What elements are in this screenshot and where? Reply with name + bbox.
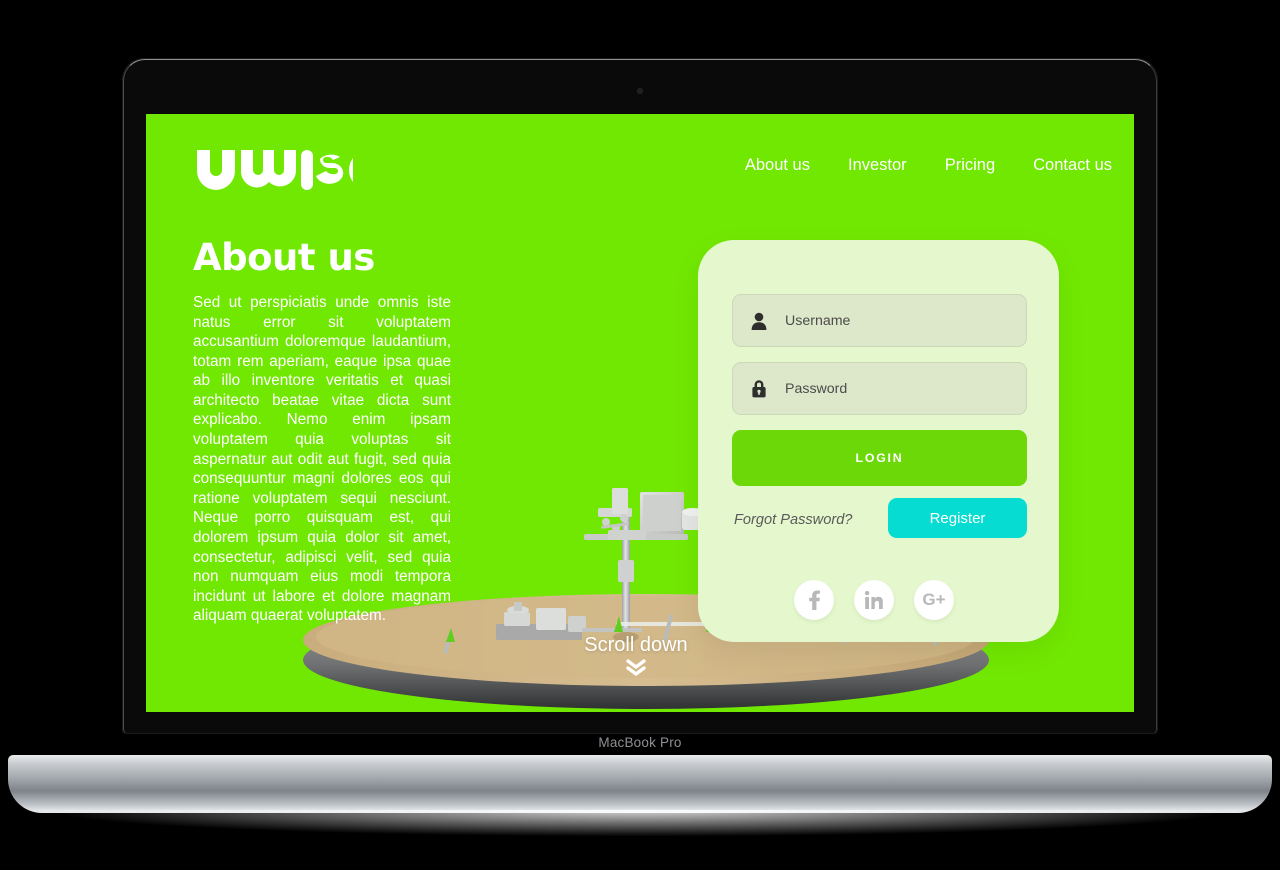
facebook-icon[interactable]	[794, 580, 834, 620]
browser-screen: About us Investor Pricing Contact us Scr…	[146, 114, 1134, 712]
site-header: About us Investor Pricing Contact us	[146, 114, 1134, 224]
device-model-label: MacBook Pro	[598, 735, 682, 750]
about-section: About us Sed ut perspiciatis unde omnis …	[193, 236, 451, 626]
laptop-base	[8, 755, 1272, 813]
brand-logo[interactable]	[193, 140, 353, 192]
user-icon	[749, 310, 769, 332]
register-button[interactable]: Register	[888, 498, 1027, 538]
main-navigation: About us Investor Pricing Contact us	[745, 156, 1112, 175]
chevron-double-down-icon	[546, 659, 726, 680]
login-button[interactable]: LOGIN	[732, 430, 1027, 486]
forgot-password-link[interactable]: Forgot Password?	[734, 512, 852, 528]
password-placeholder: Password	[785, 380, 848, 397]
googleplus-icon[interactable]: G+	[914, 580, 954, 620]
login-card: Username Password LOGIN Forgot Password?…	[698, 240, 1059, 642]
nav-item-pricing[interactable]: Pricing	[945, 156, 995, 175]
camera-dot-icon	[637, 88, 643, 94]
password-field[interactable]: Password	[732, 362, 1027, 415]
googleplus-glyph: G+	[922, 590, 946, 609]
lock-icon	[749, 378, 769, 400]
nav-item-about-us[interactable]: About us	[745, 156, 810, 175]
laptop-base-shadow	[60, 810, 1220, 836]
linkedin-icon[interactable]	[854, 580, 894, 620]
scroll-down-indicator[interactable]: Scroll down	[546, 634, 726, 680]
page-title: About us	[193, 236, 375, 279]
nav-item-investor[interactable]: Investor	[848, 156, 907, 175]
scroll-down-label: Scroll down	[584, 634, 688, 656]
nav-item-contact-us[interactable]: Contact us	[1033, 156, 1112, 175]
username-placeholder: Username	[785, 312, 851, 329]
screenshot-stage: About us Investor Pricing Contact us Scr…	[0, 0, 1280, 870]
about-body-text: Sed ut perspiciatis unde omnis iste natu…	[193, 294, 451, 625]
username-field[interactable]: Username	[732, 294, 1027, 347]
social-links: G+	[794, 580, 954, 620]
